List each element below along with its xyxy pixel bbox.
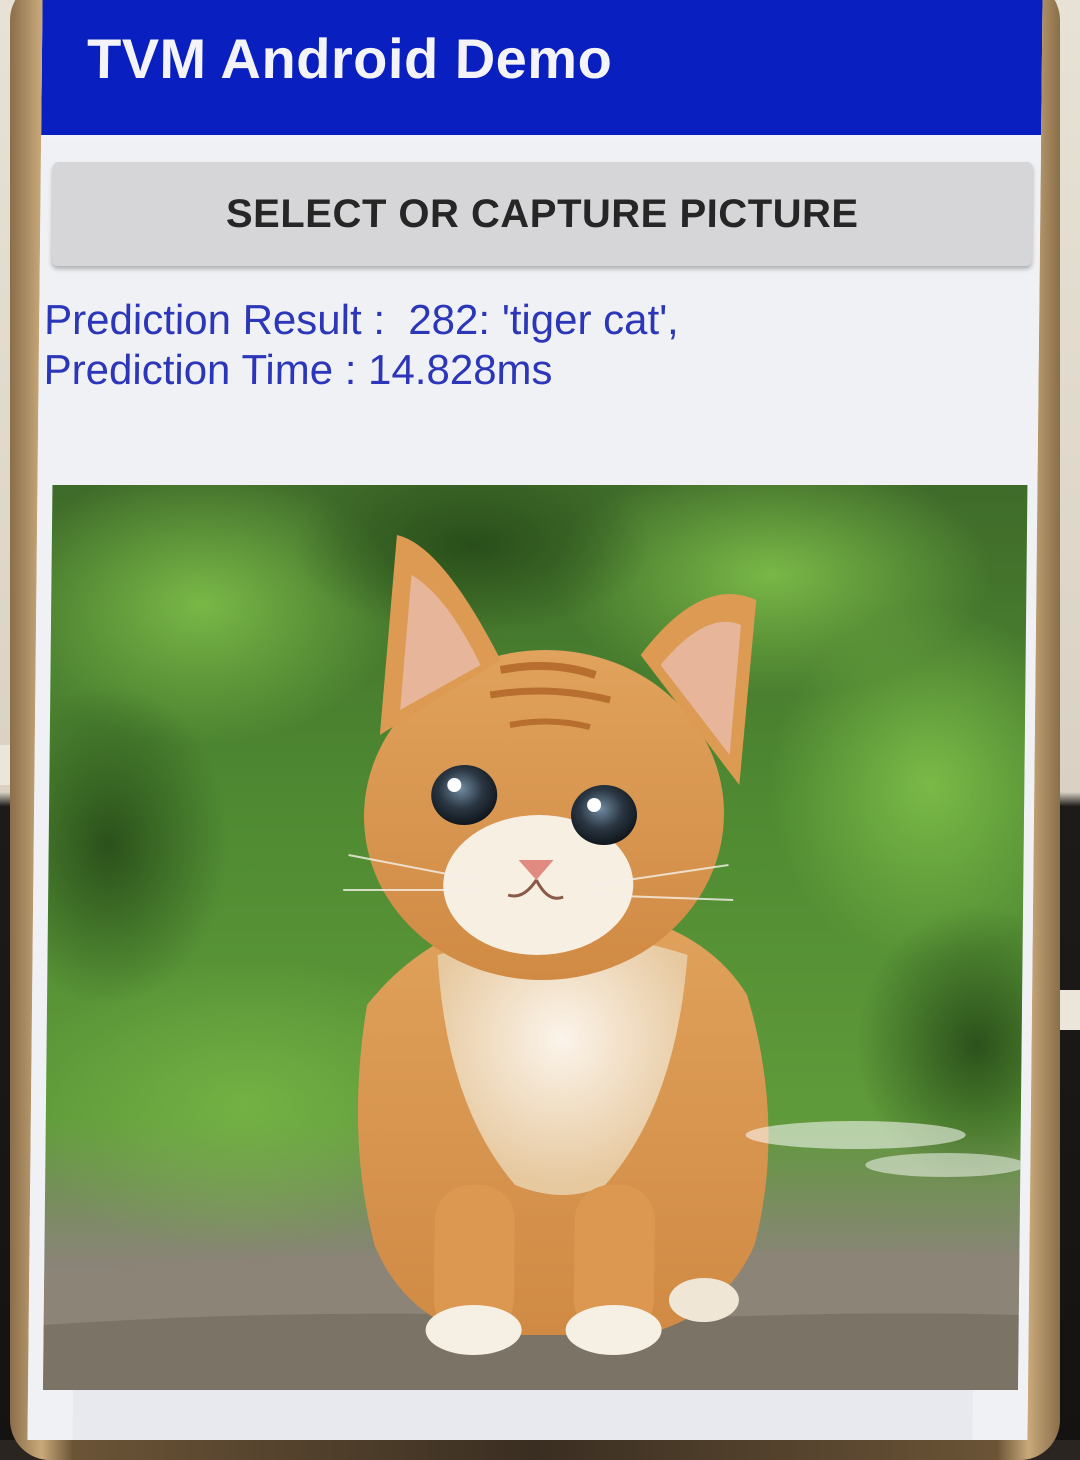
prediction-result-text: Prediction Result : 282: 'tiger cat', <box>43 296 680 343</box>
prediction-output: Prediction Result : 282: 'tiger cat', Pr… <box>43 295 1024 395</box>
bottom-strip <box>72 1390 973 1440</box>
main-content: SELECT OR CAPTURE PICTURE Prediction Res… <box>27 140 1042 1440</box>
prediction-time-text: Prediction Time : 14.828ms <box>43 346 553 393</box>
kitten-photo <box>42 485 1028 1390</box>
app-title: TVM Android Demo <box>86 27 613 90</box>
select-or-capture-picture-button[interactable]: SELECT OR CAPTURE PICTURE <box>51 162 1033 266</box>
app-bar: TVM Android Demo <box>41 0 1043 135</box>
phone-screen: TVM Android Demo SELECT OR CAPTURE PICTU… <box>27 0 1043 1440</box>
selected-image <box>42 485 1028 1390</box>
